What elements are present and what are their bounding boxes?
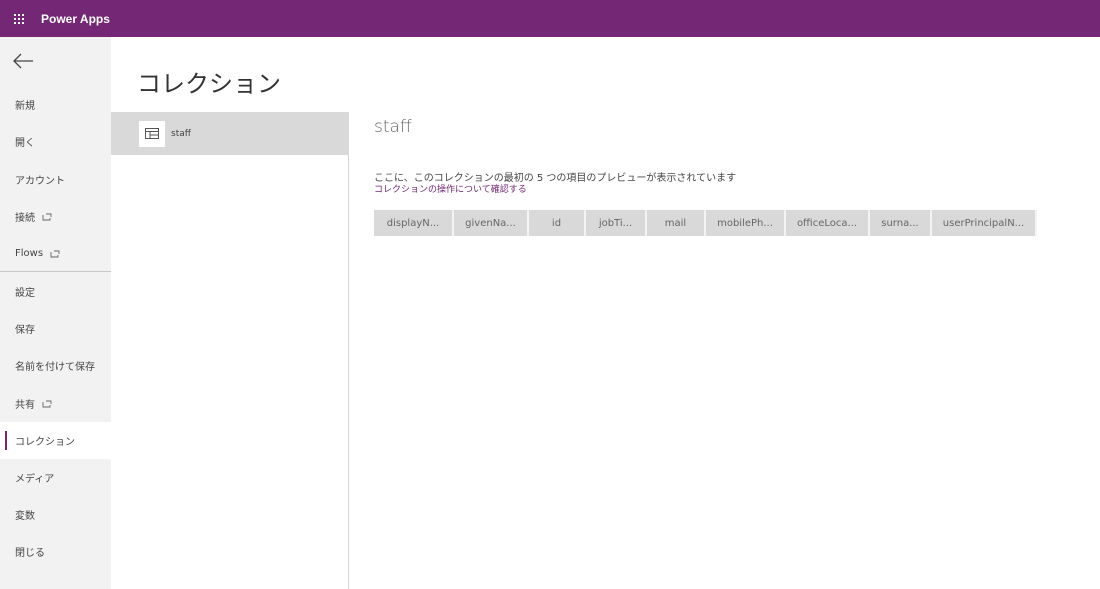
nav-item-label: 接続 [15,213,35,224]
nav-item-label: アカウント [15,176,65,187]
learn-collections-link[interactable]: コレクションの操作について確認する [374,182,527,195]
nav-item-open[interactable]: 開く [0,123,111,160]
nav-item-save[interactable]: 保存 [0,310,111,347]
nav-item-label: 開く [15,138,35,149]
column-header[interactable]: id [529,210,586,236]
nav-item-connections[interactable]: 接続 [0,198,111,235]
nav-item-label: 名前を付けて保存 [15,362,95,373]
collection-item[interactable]: staff [111,112,349,155]
column-header[interactable]: givenNa... [454,210,529,236]
column-header[interactable]: jobTi... [586,210,647,236]
column-header[interactable]: mobilePh... [706,210,786,236]
nav-item-label: Flows [15,248,44,259]
column-header[interactable]: mail [647,210,706,236]
nav-item-media[interactable]: メディア [0,459,111,496]
nav-item-account[interactable]: アカウント [0,161,111,198]
collection-name: staff [171,128,191,139]
nav-item-label: コレクション [15,437,75,448]
nav-item-label: 保存 [15,325,35,336]
nav-item-save-as[interactable]: 名前を付けて保存 [0,347,111,384]
nav-item-label: 共有 [15,400,35,411]
nav-item-settings[interactable]: 設定 [0,273,111,310]
nav-item-variables[interactable]: 変数 [0,496,111,533]
top-bar: Power Apps [0,0,1100,37]
app-launcher-icon[interactable] [0,0,37,37]
column-header[interactable]: surna... [870,210,932,236]
external-link-icon [50,250,60,257]
external-link-icon [42,213,52,220]
nav-item-new[interactable]: 新規 [0,86,111,123]
column-header[interactable]: officeLoca... [786,210,870,236]
nav-divider [0,271,111,272]
nav-item-label: 設定 [15,288,35,299]
external-link-icon [42,400,52,407]
nav-item-flows[interactable]: Flows [0,235,111,272]
collection-list: staff [111,112,349,589]
nav-item-close[interactable]: 閉じる [0,533,111,570]
table-icon [139,120,165,147]
back-arrow-icon[interactable] [12,51,36,71]
preview-table: displayN... givenNa... id jobTi... mail … [374,210,1037,236]
nav-item-collections[interactable]: コレクション [0,422,111,459]
collection-detail-title: staff [374,117,412,137]
nav-item-label: 閉じる [15,548,45,559]
nav-item-share[interactable]: 共有 [0,385,111,422]
nav-item-label: 新規 [15,101,35,112]
page-title: コレクション [137,70,281,98]
nav-item-label: メディア [15,474,55,485]
nav-item-label: 変数 [15,511,35,522]
column-header[interactable]: userPrincipalN... [932,210,1037,236]
app-title: Power Apps [41,11,110,26]
backstage-sidebar: 新規 開く アカウント 接続 Flows 設定 保存 名前を付けて保存 共有 コ… [0,37,111,589]
column-header[interactable]: displayN... [374,210,454,236]
